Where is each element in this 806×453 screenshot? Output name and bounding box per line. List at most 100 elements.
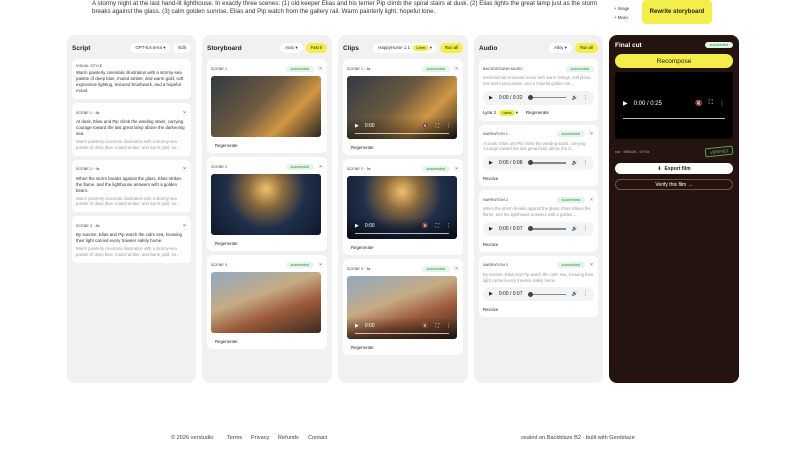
volume-icon[interactable]: 🔊 [572,160,578,166]
narration-seek-bar[interactable] [527,226,566,231]
close-icon[interactable]: ✕ [182,166,187,172]
clips-model-select[interactable]: HappyHorse 1.1 Latest ▾ [373,43,437,53]
close-icon[interactable]: ✕ [182,110,187,116]
more-icon[interactable]: ⋮ [719,100,725,107]
volume-icon[interactable]: 🔊 [572,226,578,232]
terms-link[interactable]: Terms [227,435,242,441]
more-icon[interactable]: ⋮ [446,323,451,329]
final-progress-bar[interactable] [623,118,725,120]
volume-icon[interactable]: 🔊 [572,291,578,297]
fullscreen-icon[interactable]: ⛶ [435,123,439,129]
storyboard-scene-card: SCENE 3 succeeded ✕ Regenerate [207,255,327,349]
script-scene-text[interactable]: At dusk, Elias and Pip climb the winding… [76,119,187,137]
revoice-button[interactable]: Revoice [483,242,594,247]
visual-style-text[interactable]: Warm painterly cinematic illustration wi… [76,70,187,94]
narration-text[interactable]: When the storm breaks against the glass,… [483,206,594,218]
narration-seek-bar[interactable] [527,292,566,296]
revoice-button[interactable]: Revoice [483,176,594,181]
scene-image[interactable] [211,76,321,137]
more-icon[interactable]: ⋮ [446,223,451,229]
play-icon[interactable]: ▶ [489,226,493,232]
music-seek-bar[interactable] [527,95,566,100]
rewrite-storyboard-button[interactable]: Rewrite storyboard [642,0,712,24]
narration-text[interactable]: At dusk, Elias and Pip climb the winding… [483,141,594,153]
close-icon[interactable]: ✕ [182,223,187,229]
clip-progress-bar[interactable] [355,132,449,134]
more-icon[interactable]: ⋮ [446,123,451,129]
close-icon[interactable]: ✕ [454,66,459,72]
more-icon[interactable]: ⋮ [583,160,588,166]
script-scene-text[interactable]: By sunrise, Elias and Pip watch the calm… [76,232,187,244]
chevron-down-icon: ▾ [163,45,166,50]
clip-video-player[interactable]: ▶ 0:00 🔇 ⛶ ⋮ [347,76,457,139]
contact-link[interactable]: Contact [308,435,327,441]
clip-video-player[interactable]: ▶ 0:00 🔇 ⛶ ⋮ [347,276,457,339]
mute-icon[interactable]: 🔇 [422,323,428,329]
script-model-select[interactable]: GPT-5.6 terra ▾ [130,43,171,53]
recompose-button[interactable]: Recompose [615,54,733,68]
narration-audio-player[interactable]: ▶ 0:00 / 0:08 🔊 ⋮ [483,156,594,171]
narration-seek-bar[interactable] [527,160,566,165]
regenerate-button[interactable]: Regenerate [211,241,323,246]
storyboard-action-button[interactable]: Fast it [305,43,327,53]
mute-icon[interactable]: 🔇 [422,223,428,229]
export-film-button[interactable]: ⬇ Export film [615,163,733,174]
regenerate-button[interactable]: Regenerate [347,245,459,250]
regenerate-button[interactable]: Regenerate [211,143,323,148]
storyboard-mode-select[interactable]: Auto ▾ [280,43,303,53]
play-icon[interactable]: ▶ [355,223,359,229]
play-icon[interactable]: ▶ [489,291,493,297]
more-icon[interactable]: ⋮ [583,226,588,232]
script-edit-button[interactable]: Edit [173,43,191,53]
clip-label: SCENE 1 · 8s [347,66,371,71]
close-icon[interactable]: ✕ [318,66,323,72]
audio-voice-select[interactable]: Alloy ▾ [548,43,572,53]
fullscreen-icon[interactable]: ⛶ [435,323,439,329]
play-icon[interactable]: ▶ [355,123,359,129]
revoice-button[interactable]: Revoice [483,307,594,312]
refunds-link[interactable]: Refunds [278,435,299,441]
audio-run-all-button[interactable]: Run all [574,43,598,53]
music-prompt[interactable]: Instrumental cinematic score with warm s… [483,75,594,87]
fullscreen-icon[interactable]: ⛶ [709,100,713,107]
regenerate-button[interactable]: Regenerate [526,110,549,115]
regenerate-button[interactable]: Regenerate [347,145,459,150]
clip-progress-bar[interactable] [355,232,449,234]
script-scene-text[interactable]: When the storm breaks against the glass,… [76,176,187,194]
narration-audio-player[interactable]: ▶ 0:00 / 0:07 🔊 ⋮ [483,221,594,236]
mute-icon[interactable]: 🔇 [695,100,702,107]
close-icon[interactable]: ✕ [454,166,459,172]
scene-image[interactable] [211,272,321,333]
close-icon[interactable]: ✕ [318,164,323,170]
scene-image[interactable] [211,174,321,235]
clip-progress-bar[interactable] [355,332,449,334]
clip-video-player[interactable]: ▶ 0:00 🔇 ⛶ ⋮ [347,176,457,239]
add-music-button[interactable]: + Music [614,13,644,22]
play-icon[interactable]: ▶ [489,95,493,101]
close-icon[interactable]: ✕ [589,197,594,203]
fullscreen-icon[interactable]: ⛶ [435,223,439,229]
play-icon[interactable]: ▶ [623,100,628,107]
verify-film-button[interactable]: Verify this film → [615,179,733,190]
mute-icon[interactable]: 🔇 [422,123,428,129]
close-icon[interactable]: ✕ [589,131,594,137]
add-image-button[interactable]: + Image [614,4,644,13]
privacy-link[interactable]: Privacy [251,435,269,441]
narration-text[interactable]: By sunrise, Elias and Pip watch the calm… [483,272,594,284]
narration-audio-player[interactable]: ▶ 0:00 / 0:07 🔊 ⋮ [483,287,594,302]
final-video-player[interactable]: ▶ 0:00 / 0:25 🔇 ⛶ ⋮ [615,72,733,139]
regenerate-button[interactable]: Regenerate [347,345,459,350]
close-icon[interactable]: ✕ [589,262,594,268]
prompt-text[interactable]: A stormy night at the last hand-lit ligh… [92,0,612,22]
music-audio-player[interactable]: ▶ 0:00 / 0:32 🔊 ⋮ [483,90,594,105]
more-icon[interactable]: ⋮ [583,291,588,297]
play-icon[interactable]: ▶ [489,160,493,166]
volume-icon[interactable]: 🔊 [572,95,578,101]
music-model-select[interactable]: Lyria 2 Latest ▾ [483,109,518,116]
clips-run-all-button[interactable]: Run all [439,43,463,53]
regenerate-button[interactable]: Regenerate [211,339,323,344]
close-icon[interactable]: ✕ [454,266,459,272]
more-icon[interactable]: ⋮ [583,95,588,101]
play-icon[interactable]: ▶ [355,323,359,329]
close-icon[interactable]: ✕ [318,262,323,268]
